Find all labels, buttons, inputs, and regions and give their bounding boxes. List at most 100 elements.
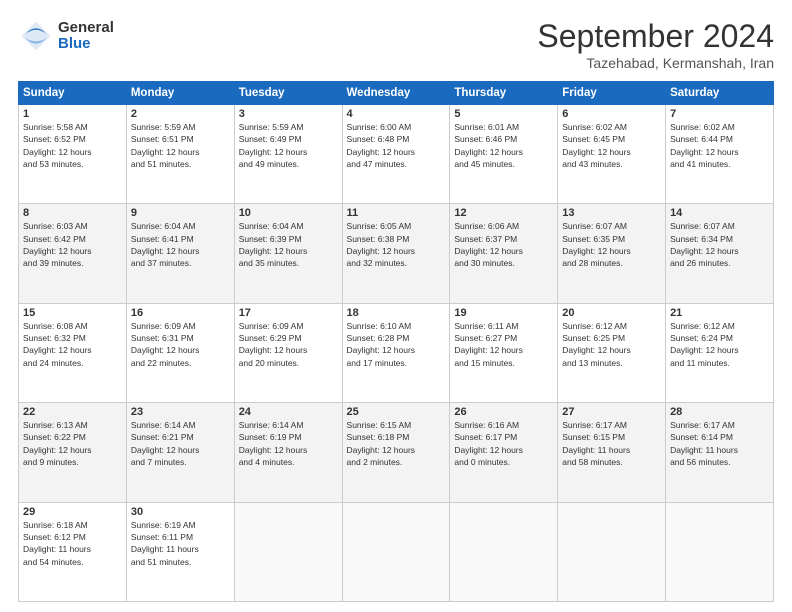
calendar-cell: 30Sunrise: 6:19 AMSunset: 6:11 PMDayligh… bbox=[126, 502, 234, 601]
calendar-cell: 14Sunrise: 6:07 AMSunset: 6:34 PMDayligh… bbox=[666, 204, 774, 303]
day-number: 25 bbox=[347, 406, 446, 418]
day-info: Sunrise: 6:19 AMSunset: 6:11 PMDaylight:… bbox=[131, 519, 230, 568]
day-info: Sunrise: 6:18 AMSunset: 6:12 PMDaylight:… bbox=[23, 519, 122, 568]
calendar-cell: 20Sunrise: 6:12 AMSunset: 6:25 PMDayligh… bbox=[558, 303, 666, 402]
day-info: Sunrise: 6:07 AMSunset: 6:35 PMDaylight:… bbox=[562, 220, 661, 269]
header-row: SundayMondayTuesdayWednesdayThursdayFrid… bbox=[19, 82, 774, 105]
day-info: Sunrise: 6:07 AMSunset: 6:34 PMDaylight:… bbox=[670, 220, 769, 269]
calendar-cell: 19Sunrise: 6:11 AMSunset: 6:27 PMDayligh… bbox=[450, 303, 558, 402]
day-info: Sunrise: 6:17 AMSunset: 6:14 PMDaylight:… bbox=[670, 419, 769, 468]
calendar-cell: 23Sunrise: 6:14 AMSunset: 6:21 PMDayligh… bbox=[126, 403, 234, 502]
day-header-friday: Friday bbox=[558, 82, 666, 105]
day-number: 28 bbox=[670, 406, 769, 418]
calendar-cell bbox=[450, 502, 558, 601]
day-number: 4 bbox=[347, 108, 446, 120]
day-info: Sunrise: 6:08 AMSunset: 6:32 PMDaylight:… bbox=[23, 320, 122, 369]
calendar-cell: 13Sunrise: 6:07 AMSunset: 6:35 PMDayligh… bbox=[558, 204, 666, 303]
day-number: 14 bbox=[670, 207, 769, 219]
calendar-cell: 5Sunrise: 6:01 AMSunset: 6:46 PMDaylight… bbox=[450, 105, 558, 204]
day-number: 3 bbox=[239, 108, 338, 120]
calendar-cell: 9Sunrise: 6:04 AMSunset: 6:41 PMDaylight… bbox=[126, 204, 234, 303]
day-info: Sunrise: 6:01 AMSunset: 6:46 PMDaylight:… bbox=[454, 121, 553, 170]
day-header-monday: Monday bbox=[126, 82, 234, 105]
day-info: Sunrise: 6:12 AMSunset: 6:24 PMDaylight:… bbox=[670, 320, 769, 369]
day-info: Sunrise: 5:58 AMSunset: 6:52 PMDaylight:… bbox=[23, 121, 122, 170]
day-number: 16 bbox=[131, 307, 230, 319]
day-header-sunday: Sunday bbox=[19, 82, 127, 105]
day-number: 17 bbox=[239, 307, 338, 319]
day-info: Sunrise: 6:09 AMSunset: 6:29 PMDaylight:… bbox=[239, 320, 338, 369]
day-info: Sunrise: 5:59 AMSunset: 6:49 PMDaylight:… bbox=[239, 121, 338, 170]
calendar-cell: 15Sunrise: 6:08 AMSunset: 6:32 PMDayligh… bbox=[19, 303, 127, 402]
day-number: 30 bbox=[131, 506, 230, 518]
day-number: 13 bbox=[562, 207, 661, 219]
day-info: Sunrise: 6:03 AMSunset: 6:42 PMDaylight:… bbox=[23, 220, 122, 269]
day-number: 7 bbox=[670, 108, 769, 120]
day-info: Sunrise: 6:15 AMSunset: 6:18 PMDaylight:… bbox=[347, 419, 446, 468]
day-number: 12 bbox=[454, 207, 553, 219]
week-row-1: 1Sunrise: 5:58 AMSunset: 6:52 PMDaylight… bbox=[19, 105, 774, 204]
logo-general: General bbox=[58, 20, 114, 37]
day-info: Sunrise: 6:17 AMSunset: 6:15 PMDaylight:… bbox=[562, 419, 661, 468]
calendar-table: SundayMondayTuesdayWednesdayThursdayFrid… bbox=[18, 81, 774, 602]
day-number: 6 bbox=[562, 108, 661, 120]
day-number: 11 bbox=[347, 207, 446, 219]
calendar-cell: 3Sunrise: 5:59 AMSunset: 6:49 PMDaylight… bbox=[234, 105, 342, 204]
day-number: 1 bbox=[23, 108, 122, 120]
day-number: 24 bbox=[239, 406, 338, 418]
logo-icon bbox=[18, 18, 54, 54]
day-info: Sunrise: 6:14 AMSunset: 6:19 PMDaylight:… bbox=[239, 419, 338, 468]
calendar-cell: 12Sunrise: 6:06 AMSunset: 6:37 PMDayligh… bbox=[450, 204, 558, 303]
month-title: September 2024 bbox=[537, 18, 774, 55]
calendar-cell bbox=[342, 502, 450, 601]
title-block: September 2024 Tazehabad, Kermanshah, Ir… bbox=[537, 18, 774, 71]
calendar-cell: 7Sunrise: 6:02 AMSunset: 6:44 PMDaylight… bbox=[666, 105, 774, 204]
day-info: Sunrise: 6:10 AMSunset: 6:28 PMDaylight:… bbox=[347, 320, 446, 369]
week-row-3: 15Sunrise: 6:08 AMSunset: 6:32 PMDayligh… bbox=[19, 303, 774, 402]
day-info: Sunrise: 6:06 AMSunset: 6:37 PMDaylight:… bbox=[454, 220, 553, 269]
day-number: 22 bbox=[23, 406, 122, 418]
day-number: 5 bbox=[454, 108, 553, 120]
calendar-cell: 16Sunrise: 6:09 AMSunset: 6:31 PMDayligh… bbox=[126, 303, 234, 402]
day-number: 26 bbox=[454, 406, 553, 418]
day-info: Sunrise: 6:14 AMSunset: 6:21 PMDaylight:… bbox=[131, 419, 230, 468]
day-info: Sunrise: 6:12 AMSunset: 6:25 PMDaylight:… bbox=[562, 320, 661, 369]
day-header-tuesday: Tuesday bbox=[234, 82, 342, 105]
calendar-cell: 8Sunrise: 6:03 AMSunset: 6:42 PMDaylight… bbox=[19, 204, 127, 303]
day-info: Sunrise: 6:13 AMSunset: 6:22 PMDaylight:… bbox=[23, 419, 122, 468]
day-info: Sunrise: 6:02 AMSunset: 6:45 PMDaylight:… bbox=[562, 121, 661, 170]
day-info: Sunrise: 6:04 AMSunset: 6:39 PMDaylight:… bbox=[239, 220, 338, 269]
calendar-cell: 6Sunrise: 6:02 AMSunset: 6:45 PMDaylight… bbox=[558, 105, 666, 204]
calendar-cell: 25Sunrise: 6:15 AMSunset: 6:18 PMDayligh… bbox=[342, 403, 450, 502]
calendar-cell: 4Sunrise: 6:00 AMSunset: 6:48 PMDaylight… bbox=[342, 105, 450, 204]
day-number: 10 bbox=[239, 207, 338, 219]
logo: General Blue bbox=[18, 18, 114, 54]
day-number: 29 bbox=[23, 506, 122, 518]
day-header-thursday: Thursday bbox=[450, 82, 558, 105]
calendar-cell: 11Sunrise: 6:05 AMSunset: 6:38 PMDayligh… bbox=[342, 204, 450, 303]
calendar-cell: 22Sunrise: 6:13 AMSunset: 6:22 PMDayligh… bbox=[19, 403, 127, 502]
location: Tazehabad, Kermanshah, Iran bbox=[537, 55, 774, 71]
calendar-cell: 27Sunrise: 6:17 AMSunset: 6:15 PMDayligh… bbox=[558, 403, 666, 502]
week-row-4: 22Sunrise: 6:13 AMSunset: 6:22 PMDayligh… bbox=[19, 403, 774, 502]
calendar-cell: 2Sunrise: 5:59 AMSunset: 6:51 PMDaylight… bbox=[126, 105, 234, 204]
calendar-cell: 21Sunrise: 6:12 AMSunset: 6:24 PMDayligh… bbox=[666, 303, 774, 402]
day-info: Sunrise: 6:00 AMSunset: 6:48 PMDaylight:… bbox=[347, 121, 446, 170]
day-info: Sunrise: 6:05 AMSunset: 6:38 PMDaylight:… bbox=[347, 220, 446, 269]
day-number: 9 bbox=[131, 207, 230, 219]
day-header-saturday: Saturday bbox=[666, 82, 774, 105]
day-info: Sunrise: 6:16 AMSunset: 6:17 PMDaylight:… bbox=[454, 419, 553, 468]
day-info: Sunrise: 5:59 AMSunset: 6:51 PMDaylight:… bbox=[131, 121, 230, 170]
day-info: Sunrise: 6:09 AMSunset: 6:31 PMDaylight:… bbox=[131, 320, 230, 369]
calendar-cell: 10Sunrise: 6:04 AMSunset: 6:39 PMDayligh… bbox=[234, 204, 342, 303]
day-number: 18 bbox=[347, 307, 446, 319]
day-info: Sunrise: 6:04 AMSunset: 6:41 PMDaylight:… bbox=[131, 220, 230, 269]
day-number: 27 bbox=[562, 406, 661, 418]
day-number: 15 bbox=[23, 307, 122, 319]
day-number: 20 bbox=[562, 307, 661, 319]
day-header-wednesday: Wednesday bbox=[342, 82, 450, 105]
week-row-2: 8Sunrise: 6:03 AMSunset: 6:42 PMDaylight… bbox=[19, 204, 774, 303]
day-number: 8 bbox=[23, 207, 122, 219]
calendar-cell: 29Sunrise: 6:18 AMSunset: 6:12 PMDayligh… bbox=[19, 502, 127, 601]
logo-blue: Blue bbox=[58, 36, 114, 53]
